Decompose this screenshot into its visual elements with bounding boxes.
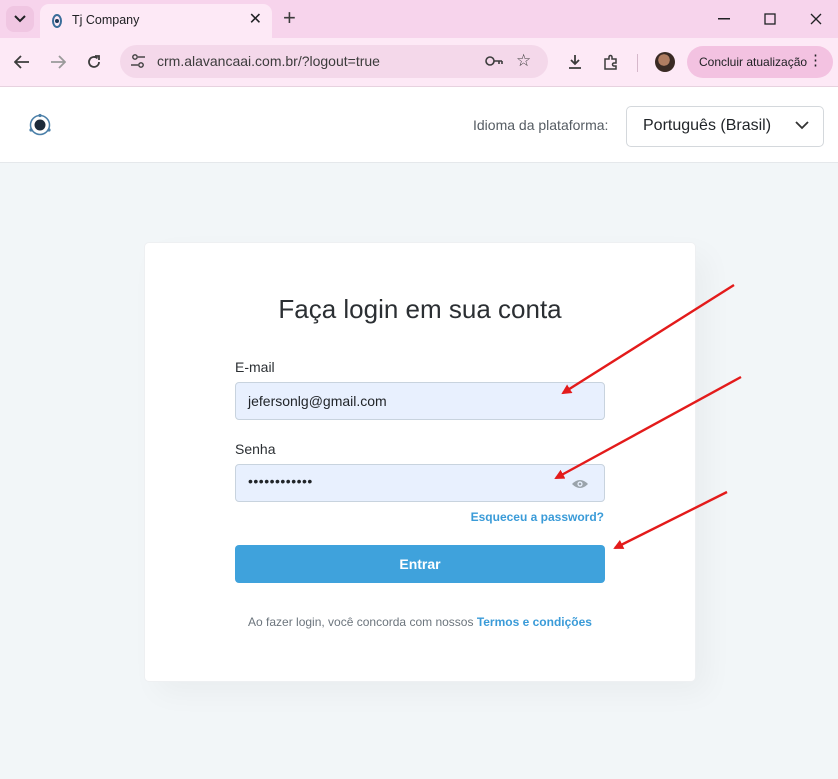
- eye-icon[interactable]: [571, 478, 589, 490]
- more-icon[interactable]: ⋮: [808, 52, 823, 70]
- login-button[interactable]: Entrar: [235, 545, 605, 583]
- tab-search-button[interactable]: [6, 6, 34, 32]
- tab-strip: Tj Company ✕ +: [0, 0, 838, 38]
- login-card: Faça login em sua conta E-mail jefersonl…: [145, 243, 695, 681]
- address-bar[interactable]: crm.alavancaai.com.br/?logout=true ☆: [120, 45, 548, 78]
- reload-icon[interactable]: [83, 51, 105, 73]
- language-select-value: Português (Brasil): [643, 117, 772, 134]
- forward-icon[interactable]: [47, 51, 69, 73]
- forgot-password-link[interactable]: Esqueceu a password?: [471, 510, 604, 524]
- password-field[interactable]: ••••••••••••: [235, 464, 605, 502]
- close-icon[interactable]: ✕: [249, 11, 262, 29]
- site-settings-icon[interactable]: [130, 53, 146, 69]
- browser-tab[interactable]: Tj Company ✕: [40, 4, 272, 38]
- language-label: Idioma da plataforma:: [473, 117, 609, 133]
- password-value: ••••••••••••: [248, 473, 313, 489]
- tab-search-icon: [14, 15, 26, 23]
- chevron-down-icon: [795, 121, 809, 130]
- terms-link[interactable]: Termos e condições: [477, 615, 592, 629]
- star-icon[interactable]: ☆: [516, 51, 531, 71]
- update-button[interactable]: Concluir atualização ⋮: [687, 46, 833, 78]
- tab-title: Tj Company: [72, 13, 140, 27]
- back-icon[interactable]: [11, 51, 33, 73]
- minimize-icon[interactable]: [712, 8, 736, 30]
- window-close-icon[interactable]: [804, 8, 828, 30]
- terms-prefix: Ao fazer login, você concorda com nossos: [248, 615, 474, 629]
- password-label: Senha: [235, 441, 276, 457]
- download-icon[interactable]: [564, 51, 586, 73]
- email-field[interactable]: jefersonlg@gmail.com: [235, 382, 605, 420]
- app-header: Idioma da plataforma: Português (Brasil): [0, 87, 838, 163]
- page-title: Faça login em sua conta: [278, 294, 562, 324]
- favicon-icon: [52, 14, 62, 28]
- terms-text: Ao fazer login, você concorda com nossos…: [145, 615, 695, 629]
- extensions-icon[interactable]: [600, 51, 622, 73]
- avatar[interactable]: [655, 52, 675, 72]
- company-logo: [29, 113, 51, 136]
- email-label: E-mail: [235, 359, 275, 375]
- browser-toolbar: crm.alavancaai.com.br/?logout=true ☆ Con…: [0, 38, 838, 87]
- toolbar-divider: [637, 54, 638, 72]
- url-text[interactable]: crm.alavancaai.com.br/?logout=true: [157, 53, 380, 69]
- plus-icon[interactable]: +: [283, 6, 296, 30]
- language-select[interactable]: Português (Brasil): [626, 106, 824, 147]
- update-button-label: Concluir atualização: [699, 55, 808, 69]
- key-icon[interactable]: [484, 53, 504, 69]
- email-value: jefersonlg@gmail.com: [248, 393, 387, 409]
- maximize-icon[interactable]: [758, 8, 782, 30]
